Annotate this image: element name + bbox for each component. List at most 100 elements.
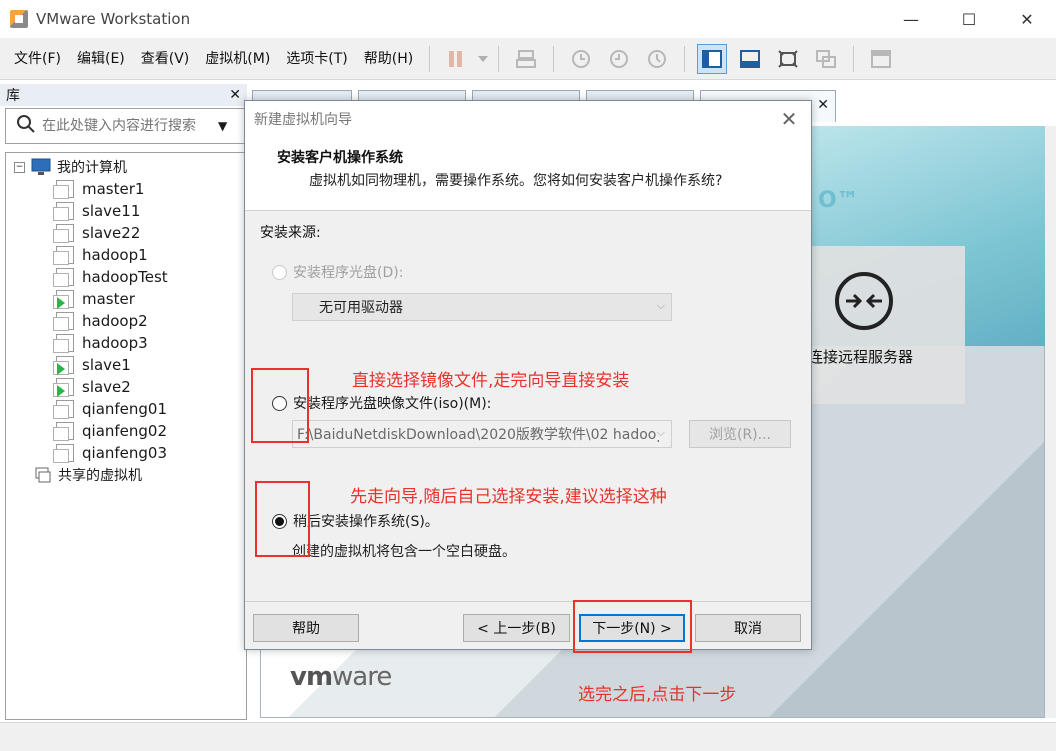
library-search-input[interactable]	[42, 118, 212, 134]
menu-bar: 文件(F) 编辑(E) 查看(V) 虚拟机(M) 选项卡(T) 帮助(H)	[0, 38, 1056, 80]
minimize-button[interactable]: —	[882, 0, 940, 38]
library-title: 库	[6, 88, 20, 104]
menu-file[interactable]: 文件(F)	[6, 38, 69, 80]
vm-name: slave22	[82, 224, 141, 242]
connect-remote-label: 连接远程服务器	[808, 348, 914, 366]
option-disc-label: 安装程序光盘(D):	[293, 265, 404, 281]
toolbar-separator	[853, 45, 855, 72]
tree-vm-item[interactable]: slave2	[6, 376, 246, 398]
search-dropdown-icon[interactable]: ▼	[218, 119, 227, 133]
vm-running-icon	[53, 378, 74, 397]
scrollbar[interactable]	[1045, 126, 1056, 718]
library-close-icon[interactable]: ✕	[229, 87, 241, 103]
disc-drive-value: 无可用驱动器	[319, 300, 403, 316]
vm-name: master1	[82, 180, 145, 198]
tree-vm-item[interactable]: master	[6, 288, 246, 310]
menu-view[interactable]: 查看(V)	[133, 38, 198, 80]
back-button[interactable]: < 上一步(B)	[463, 614, 570, 642]
vm-icon	[53, 422, 74, 441]
vm-name: qianfeng01	[82, 400, 168, 418]
send-keys-icon[interactable]	[511, 44, 541, 74]
status-bar	[0, 722, 1056, 751]
vm-running-icon	[53, 356, 74, 375]
revert-snapshot-icon[interactable]	[604, 44, 634, 74]
window-title: VMware Workstation	[36, 10, 191, 28]
dialog-title-bar: 新建虚拟机向导 ✕	[245, 101, 811, 137]
tree-vm-item[interactable]: hadoop3	[6, 332, 246, 354]
vm-name: slave1	[82, 356, 131, 374]
browse-button[interactable]: 浏览(R)...	[689, 420, 791, 448]
snapshot-manager-icon[interactable]	[642, 44, 672, 74]
vm-icon	[53, 312, 74, 331]
collapse-icon[interactable]: −	[14, 161, 25, 173]
tree-vm-item[interactable]: hadoop2	[6, 310, 246, 332]
window-controls: — ☐ ✕	[882, 0, 1056, 38]
tree-vm-item[interactable]: qianfeng01	[6, 398, 246, 420]
tree-vm-item[interactable]: master1	[6, 178, 246, 200]
menu-vm[interactable]: 虚拟机(M)	[197, 38, 278, 80]
tree-my-computer[interactable]: − 我的计算机	[6, 156, 246, 178]
close-button[interactable]: ✕	[998, 0, 1056, 38]
toolbar-separator	[498, 45, 500, 72]
tree-vm-item[interactable]: qianfeng03	[6, 442, 246, 464]
show-library-icon[interactable]	[697, 43, 728, 74]
disc-drive-select[interactable]: 无可用驱动器 ⌵	[292, 293, 672, 321]
vm-icon	[53, 224, 74, 243]
cancel-button[interactable]: 取消	[695, 614, 801, 642]
chevron-down-icon: ⌵	[656, 299, 665, 312]
disc-radio[interactable]	[272, 264, 287, 280]
vm-name: slave2	[82, 378, 131, 396]
tree-shared-vms[interactable]: 共享的虚拟机	[6, 464, 246, 486]
tab-close-icon[interactable]: ✕	[817, 97, 829, 113]
vmware-logo-vm: vm	[290, 662, 333, 692]
computer-icon	[31, 158, 51, 176]
vm-icon	[53, 246, 74, 265]
annotation-box-next	[573, 600, 692, 653]
shared-vms-icon	[34, 466, 52, 484]
iso-path-input[interactable]: F:\BaiduNetdiskDownload\2020版教学软件\02 had…	[292, 420, 672, 448]
vmware-app-icon	[10, 10, 28, 28]
tree-vm-item[interactable]: qianfeng02	[6, 420, 246, 442]
menu-edit[interactable]: 编辑(E)	[69, 38, 133, 80]
menu-tabs[interactable]: 选项卡(T)	[278, 38, 355, 80]
vm-list: master1 slave11 slave22 hadoop1 hadoopTest ma…	[6, 178, 246, 464]
tree-root-label: 我的计算机	[57, 160, 127, 176]
snapshot-icon[interactable]	[566, 44, 596, 74]
pause-dropdown-icon[interactable]	[476, 44, 490, 74]
option-disc[interactable]: 安装程序光盘(D):	[272, 262, 403, 282]
dialog-close-icon[interactable]: ✕	[775, 105, 803, 133]
annotation-later-note: 先走向导,随后自己选择安装,建议选择这种	[350, 487, 667, 507]
annotation-iso-note: 直接选择镜像文件,走完向导直接安装	[352, 371, 630, 391]
pause-icon[interactable]	[442, 44, 472, 74]
vm-icon	[53, 400, 74, 419]
full-screen-icon[interactable]	[773, 44, 803, 74]
vm-icon	[53, 268, 74, 287]
vm-running-icon	[53, 290, 74, 309]
thumbnail-bar-icon[interactable]	[735, 44, 765, 74]
help-button[interactable]: 帮助	[253, 614, 359, 642]
library-header: 库 ✕	[0, 84, 247, 106]
shared-vms-label: 共享的虚拟机	[58, 468, 142, 484]
tree-vm-item[interactable]: slave11	[6, 200, 246, 222]
maximize-button[interactable]: ☐	[940, 0, 998, 38]
iso-path-value: F:\BaiduNetdiskDownload\2020版教学软件\02 had…	[297, 427, 666, 443]
menu-help[interactable]: 帮助(H)	[356, 38, 421, 80]
dialog-subheading: 虚拟机如同物理机，需要操作系统。您将如何安装客户机操作系统?	[309, 173, 723, 189]
vm-name: qianfeng03	[82, 444, 168, 462]
vmware-logo: vmware	[290, 662, 392, 692]
later-description: 创建的虚拟机将包含一个空白硬盘。	[292, 544, 516, 560]
vm-icon	[53, 334, 74, 353]
option-later-label: 稍后安装操作系统(S)。	[293, 514, 439, 530]
unity-icon[interactable]	[811, 44, 841, 74]
vm-icon	[53, 444, 74, 463]
dialog-heading: 安装客户机操作系统	[277, 150, 403, 166]
tree-vm-item[interactable]: slave1	[6, 354, 246, 376]
vm-icon	[53, 202, 74, 221]
connect-remote-icon	[835, 272, 893, 330]
console-view-icon[interactable]	[866, 44, 896, 74]
tree-vm-item[interactable]: slave22	[6, 222, 246, 244]
tree-vm-item[interactable]: hadoopTest	[6, 266, 246, 288]
vm-name: hadoop3	[82, 334, 148, 352]
vmware-tm-mark: O™	[818, 188, 859, 213]
tree-vm-item[interactable]: hadoop1	[6, 244, 246, 266]
